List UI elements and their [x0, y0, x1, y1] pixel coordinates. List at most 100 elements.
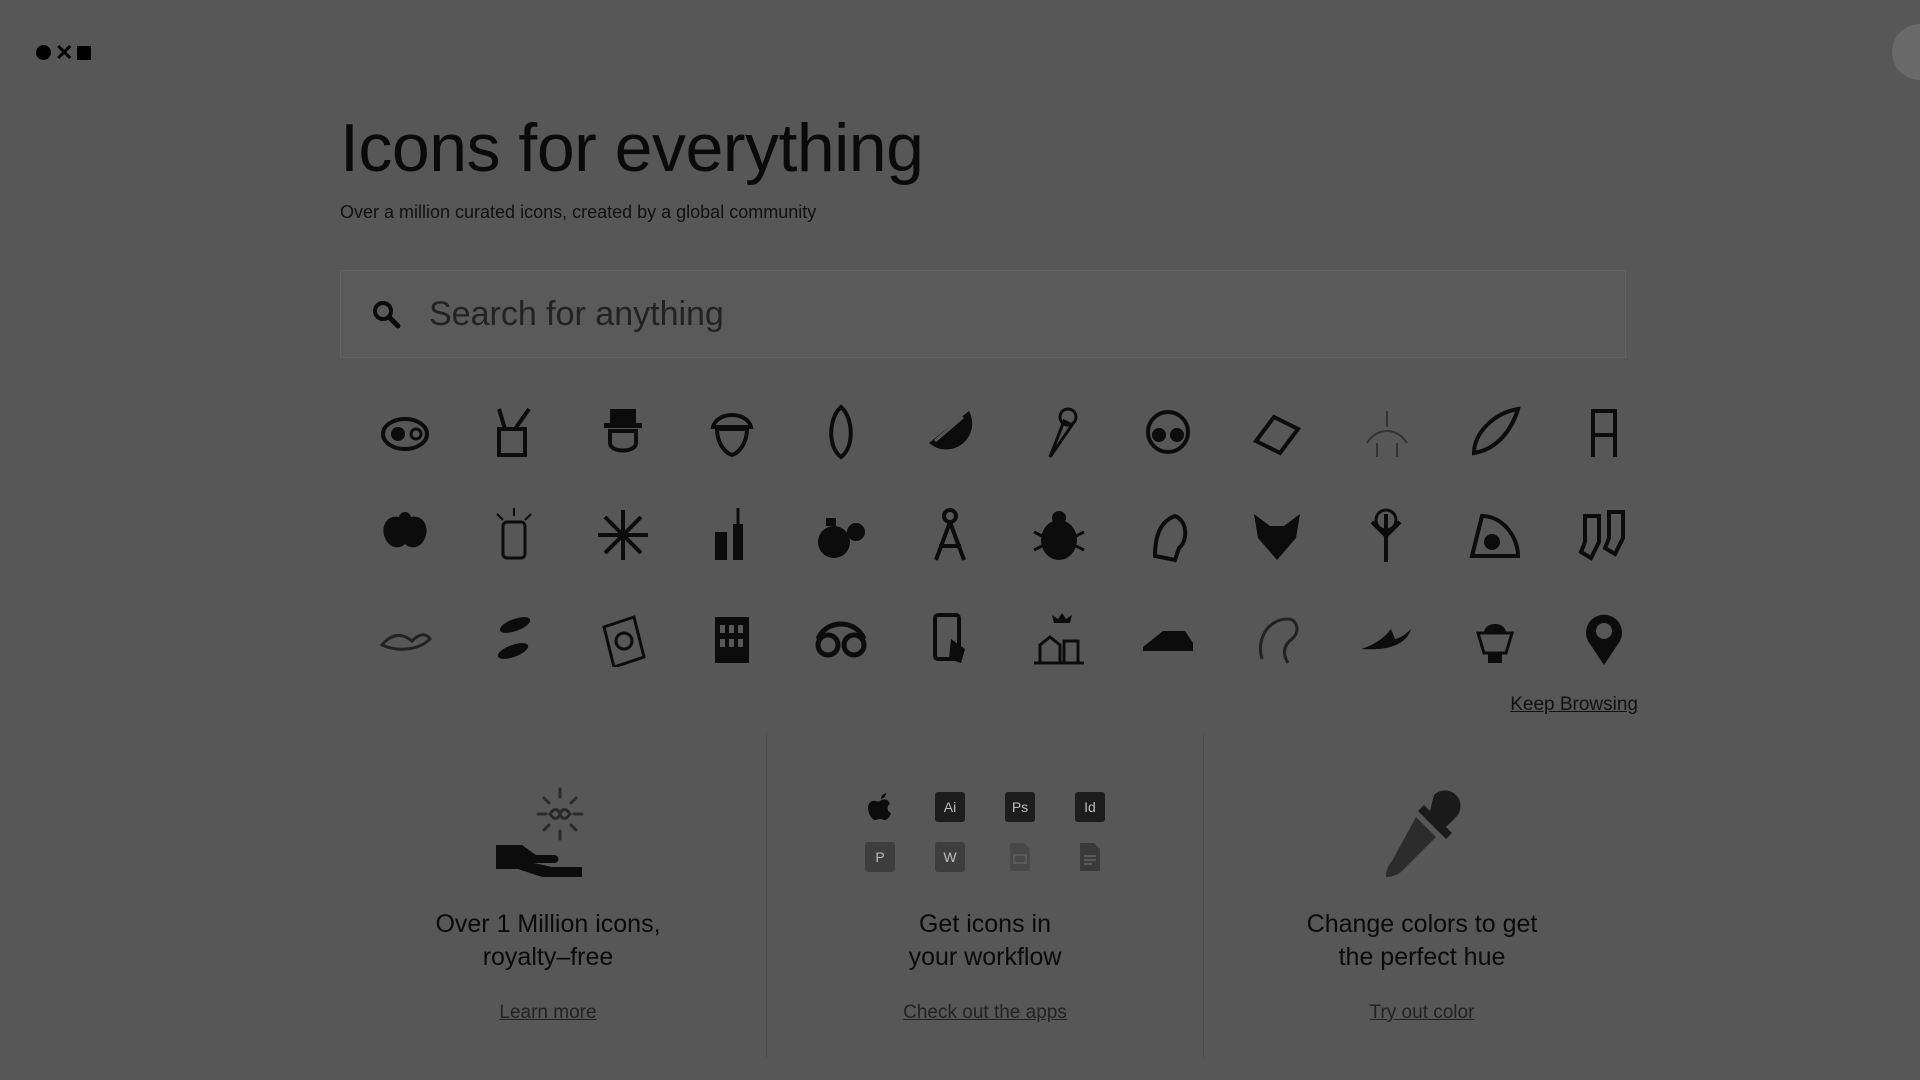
apple-icon: [865, 792, 895, 822]
compass-icon: [933, 507, 966, 561]
indesign-icon: Id: [1075, 792, 1105, 822]
village-icon: [1033, 612, 1084, 664]
icon-tile[interactable]: [1222, 483, 1331, 586]
chair-icon: [1590, 408, 1617, 457]
feature-workflow: Ai Ps Id P W Get icons in your workflow C…: [766, 733, 1203, 1058]
feature-royalty-free: Over 1 Million icons, royalty–free Learn …: [330, 733, 766, 1058]
icon-tile[interactable]: [350, 586, 459, 689]
icon-tile[interactable]: [1004, 483, 1113, 586]
feature-title-1b: royalty–free: [482, 943, 614, 971]
icon-tile[interactable]: [1440, 483, 1549, 586]
hero: Icons for everything Over a million cura…: [340, 108, 1640, 223]
try-out-color-link[interactable]: Try out color: [1370, 1002, 1475, 1024]
check-out-apps-link[interactable]: Check out the apps: [903, 1002, 1067, 1024]
nuts-icon: [497, 616, 530, 659]
icon-tile[interactable]: [1222, 380, 1331, 483]
pin-icon: [1585, 614, 1622, 665]
icon-tile[interactable]: [1222, 586, 1331, 689]
page-subtitle: Over a million curated icons, created by…: [340, 202, 817, 222]
eyedropper-icon: [1386, 790, 1461, 877]
tree-icon: [1370, 508, 1401, 562]
icon-tile[interactable]: [350, 380, 459, 483]
horse-rider-icon: [1365, 410, 1408, 457]
icon-tile[interactable]: [1331, 483, 1440, 586]
leprechaun-icon: [603, 408, 642, 452]
fox-icon: [1253, 513, 1300, 560]
illustrator-icon: Ai: [935, 792, 965, 822]
feature-title-2a: Get icons in: [918, 910, 1051, 938]
powerpoint-icon: P: [865, 842, 895, 872]
icon-tile[interactable]: [459, 380, 568, 483]
building-icon: [714, 616, 749, 663]
search-icon: [373, 301, 401, 329]
icon-tile[interactable]: [1331, 380, 1440, 483]
docs-icon: [1075, 842, 1105, 872]
logo-square: [77, 45, 92, 60]
icon-tile[interactable]: [895, 483, 1004, 586]
logo[interactable]: ✕: [36, 42, 92, 64]
icon-tile[interactable]: [677, 586, 786, 689]
feature-color: Change colors to get the perfect hue Try …: [1203, 733, 1640, 1058]
feature-title-1a: Over 1 Million icons,: [435, 910, 661, 938]
icon-tile[interactable]: [1113, 586, 1222, 689]
icon-tile[interactable]: [895, 380, 1004, 483]
search-input[interactable]: [427, 283, 1625, 345]
icon-tile[interactable]: [1440, 586, 1549, 689]
icon-tile[interactable]: [1331, 586, 1440, 689]
box-icon: [601, 614, 646, 667]
icon-tile[interactable]: [1549, 586, 1658, 689]
icon-tile[interactable]: [895, 586, 1004, 689]
keep-browsing-link[interactable]: Keep Browsing: [1510, 694, 1638, 716]
mascara-icon: [714, 507, 743, 560]
almond-icon: [828, 403, 853, 459]
socks-icon: [1578, 509, 1625, 561]
hand-infinity-icon: [496, 787, 584, 877]
headphones-icon: [1145, 409, 1190, 454]
planter-icon: [1475, 623, 1514, 663]
page-title: Icons for everything: [340, 110, 924, 186]
glasses-icon: [815, 621, 866, 657]
icon-tile[interactable]: [677, 483, 786, 586]
icon-tile[interactable]: [1440, 380, 1549, 483]
horn-icon: [1471, 405, 1521, 455]
supplies-icon: [496, 407, 531, 457]
icon-tile[interactable]: [459, 586, 568, 689]
features: Over 1 Million icons, royalty–free Learn …: [330, 733, 1640, 1058]
icon-tile[interactable]: [786, 380, 895, 483]
icon-tile[interactable]: [459, 483, 568, 586]
lemur-icon: [1258, 616, 1298, 664]
feature-title-3a: Change colors to get: [1306, 910, 1538, 938]
avatar[interactable]: [1892, 24, 1920, 80]
slides-icon: [1005, 842, 1035, 872]
icon-tile[interactable]: [568, 586, 677, 689]
icon-tile[interactable]: [786, 586, 895, 689]
word-icon: W: [935, 842, 965, 872]
laptop-icon: [1252, 413, 1301, 456]
icon-tile[interactable]: [786, 483, 895, 586]
icon-tile[interactable]: [1004, 586, 1113, 689]
icon-tile[interactable]: [1113, 483, 1222, 586]
avocado-icon: [380, 416, 429, 451]
icon-tile[interactable]: [1549, 380, 1658, 483]
search-bar[interactable]: [340, 270, 1626, 358]
logo-dot: [36, 45, 51, 60]
feature-title-3b: the perfect hue: [1338, 943, 1506, 971]
icon-tile[interactable]: [568, 380, 677, 483]
acorn-icon: [709, 412, 754, 457]
icon-grid: [350, 380, 1630, 689]
ice-cream-icon: [1048, 407, 1077, 458]
bird-icon: [1360, 628, 1411, 649]
icon-tile[interactable]: [350, 483, 459, 586]
icon-tile[interactable]: [677, 380, 786, 483]
shoe-icon: [1142, 630, 1193, 651]
scarab-icon: [382, 511, 427, 547]
icon-tile[interactable]: [568, 483, 677, 586]
lamp-icon: [495, 507, 532, 559]
ladybug-icon: [1032, 510, 1085, 560]
orange-slice-icon: [928, 410, 972, 450]
learn-more-link[interactable]: Learn more: [499, 1002, 596, 1024]
icon-tile[interactable]: [1113, 380, 1222, 483]
snowflake-icon: [597, 509, 648, 560]
icon-tile[interactable]: [1549, 483, 1658, 586]
icon-tile[interactable]: [1004, 380, 1113, 483]
